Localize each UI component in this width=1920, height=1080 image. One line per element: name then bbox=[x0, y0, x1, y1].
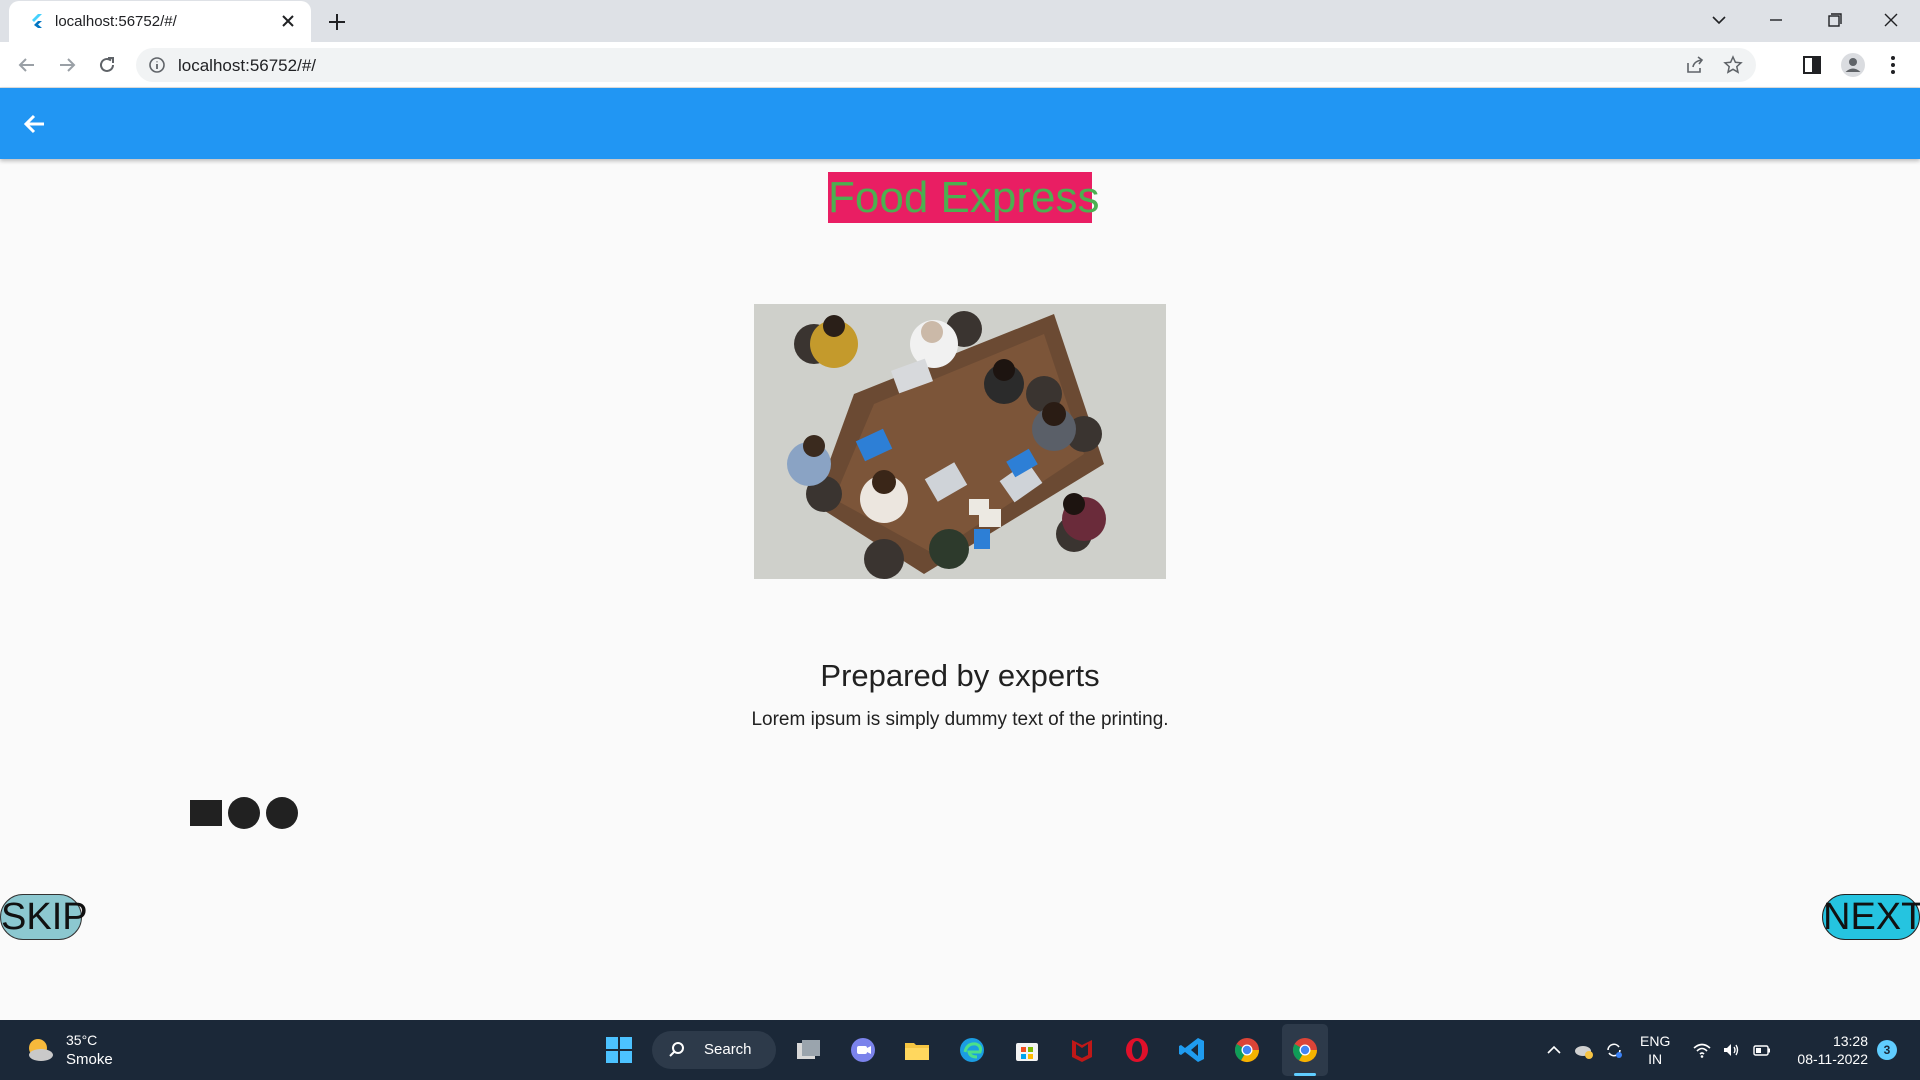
weather-sun-cloud-icon[interactable] bbox=[24, 1034, 56, 1066]
opera-icon[interactable] bbox=[1122, 1035, 1152, 1065]
search-icon bbox=[669, 1042, 684, 1057]
windows-start-icon[interactable] bbox=[604, 1035, 634, 1065]
minimize-icon[interactable] bbox=[1762, 8, 1790, 32]
language-indicator[interactable]: ENG IN bbox=[1640, 1032, 1670, 1068]
back-arrow-icon[interactable] bbox=[22, 111, 48, 137]
notification-badge[interactable]: 3 bbox=[1877, 1040, 1897, 1060]
slide-heading: Prepared by experts bbox=[820, 658, 1100, 693]
weather-temperature: 35°C bbox=[66, 1032, 98, 1048]
close-window-icon[interactable] bbox=[1877, 8, 1905, 32]
language-line1: ENG bbox=[1640, 1033, 1671, 1049]
back-icon[interactable] bbox=[14, 52, 40, 78]
next-button[interactable]: NEXT bbox=[1822, 894, 1920, 940]
search-label: Search bbox=[704, 1041, 752, 1058]
sync-icon[interactable] bbox=[1604, 1040, 1624, 1060]
site-info-icon[interactable] bbox=[148, 56, 166, 74]
page-indicator-active[interactable] bbox=[190, 800, 222, 826]
browser-toolbar: localhost:56752/#/ bbox=[0, 42, 1920, 88]
clock-time: 13:28 bbox=[1832, 1033, 1868, 1049]
wifi-icon[interactable] bbox=[1692, 1040, 1712, 1060]
active-app-indicator bbox=[1294, 1073, 1316, 1076]
skip-button[interactable]: SKIP bbox=[0, 894, 88, 940]
new-tab-icon[interactable] bbox=[325, 10, 349, 34]
taskbar-search[interactable]: Search bbox=[652, 1031, 776, 1069]
microsoft-store-icon[interactable] bbox=[1012, 1035, 1042, 1065]
browser-tab[interactable]: localhost:56752/#/ bbox=[9, 1, 311, 42]
reload-icon[interactable] bbox=[94, 52, 120, 78]
browser-tabstrip: localhost:56752/#/ bbox=[0, 0, 1920, 42]
forward-icon[interactable] bbox=[54, 52, 80, 78]
windows-taskbar: 35°C Smoke Search ENG IN 13:28 08-11-202… bbox=[0, 1020, 1920, 1080]
edge-icon[interactable] bbox=[957, 1035, 987, 1065]
restore-icon[interactable] bbox=[1820, 8, 1848, 32]
url-text: localhost:56752/#/ bbox=[178, 56, 316, 75]
file-explorer-icon[interactable] bbox=[902, 1035, 932, 1065]
tab-search-chevron-icon[interactable] bbox=[1705, 8, 1733, 32]
flutter-icon bbox=[32, 14, 42, 28]
meeting-illustration bbox=[754, 304, 1166, 579]
app-bar bbox=[0, 88, 1920, 159]
tab-title: localhost:56752/#/ bbox=[55, 13, 177, 30]
teams-chat-icon[interactable] bbox=[848, 1035, 878, 1065]
clock-date: 08-11-2022 bbox=[1797, 1051, 1868, 1067]
onedrive-warning-icon[interactable] bbox=[1574, 1040, 1594, 1060]
page-indicator-dot[interactable] bbox=[266, 797, 298, 829]
app-title: Food Express bbox=[828, 172, 1100, 223]
chrome-active-icon[interactable] bbox=[1290, 1035, 1320, 1065]
volume-icon[interactable] bbox=[1721, 1040, 1741, 1060]
vscode-icon[interactable] bbox=[1177, 1035, 1207, 1065]
tray-overflow-chevron-icon[interactable] bbox=[1544, 1040, 1564, 1060]
address-bar[interactable]: localhost:56752/#/ bbox=[136, 48, 1756, 82]
mcafee-icon[interactable] bbox=[1067, 1035, 1097, 1065]
page-indicator-dot[interactable] bbox=[228, 797, 260, 829]
browser-menu-icon[interactable] bbox=[1880, 52, 1906, 78]
chrome-icon[interactable] bbox=[1232, 1035, 1262, 1065]
task-view-icon[interactable] bbox=[793, 1035, 823, 1065]
language-line2: IN bbox=[1648, 1051, 1663, 1067]
slide-subtitle: Lorem ipsum is simply dummy text of the … bbox=[751, 709, 1169, 730]
team-meeting-image bbox=[754, 304, 1166, 579]
side-panel-icon[interactable] bbox=[1799, 52, 1825, 78]
close-tab-icon[interactable] bbox=[279, 12, 297, 30]
battery-icon[interactable] bbox=[1752, 1040, 1772, 1060]
bookmark-star-icon[interactable] bbox=[1722, 54, 1744, 76]
share-icon[interactable] bbox=[1684, 54, 1706, 76]
taskbar-clock[interactable]: 13:28 08-11-2022 bbox=[1790, 1032, 1868, 1068]
profile-avatar-icon[interactable] bbox=[1840, 52, 1866, 78]
weather-description: Smoke bbox=[66, 1051, 113, 1068]
